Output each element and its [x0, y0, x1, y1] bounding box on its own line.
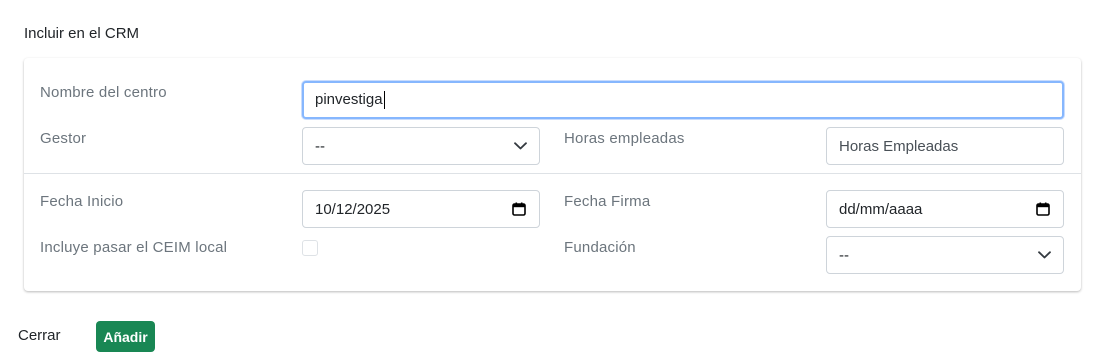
nombre-centro-label: Nombre del centro	[40, 84, 167, 101]
fecha-inicio-value: 10/12/2025	[315, 200, 391, 218]
fecha-firma-label: Fecha Firma	[564, 193, 651, 210]
gestor-selected-value: --	[315, 137, 325, 155]
ceim-checkbox[interactable]	[302, 240, 318, 256]
crm-form-card: Nombre del centro pinvestiga Gestor -- H…	[24, 58, 1081, 291]
chevron-down-icon	[513, 139, 527, 153]
gestor-label: Gestor	[40, 130, 87, 147]
horas-input[interactable]: Horas Empleadas	[826, 127, 1064, 165]
nombre-centro-value: pinvestiga	[315, 90, 383, 108]
chevron-down-icon	[1037, 248, 1051, 262]
calendar-icon[interactable]	[1035, 201, 1051, 217]
gestor-select[interactable]: --	[302, 127, 540, 165]
close-button[interactable]: Cerrar	[18, 327, 61, 344]
nombre-centro-input[interactable]: pinvestiga	[302, 81, 1064, 119]
section-divider	[24, 173, 1081, 174]
fundacion-label: Fundación	[564, 239, 636, 256]
horas-placeholder: Horas Empleadas	[839, 137, 959, 155]
fecha-inicio-input[interactable]: 10/12/2025	[302, 190, 540, 228]
modal-title: Incluir en el CRM	[24, 25, 140, 42]
ceim-label: Incluye pasar el CEIM local	[40, 239, 228, 256]
calendar-icon[interactable]	[511, 201, 527, 217]
fundacion-select[interactable]: --	[826, 236, 1064, 274]
horas-label: Horas empleadas	[564, 130, 685, 147]
text-caret	[383, 91, 385, 110]
fundacion-selected-value: --	[839, 246, 849, 264]
fecha-firma-placeholder: dd/mm/aaaa	[839, 200, 923, 218]
fecha-inicio-label: Fecha Inicio	[40, 193, 124, 210]
fecha-firma-input[interactable]: dd/mm/aaaa	[826, 190, 1064, 228]
add-button[interactable]: Añadir	[96, 321, 155, 352]
